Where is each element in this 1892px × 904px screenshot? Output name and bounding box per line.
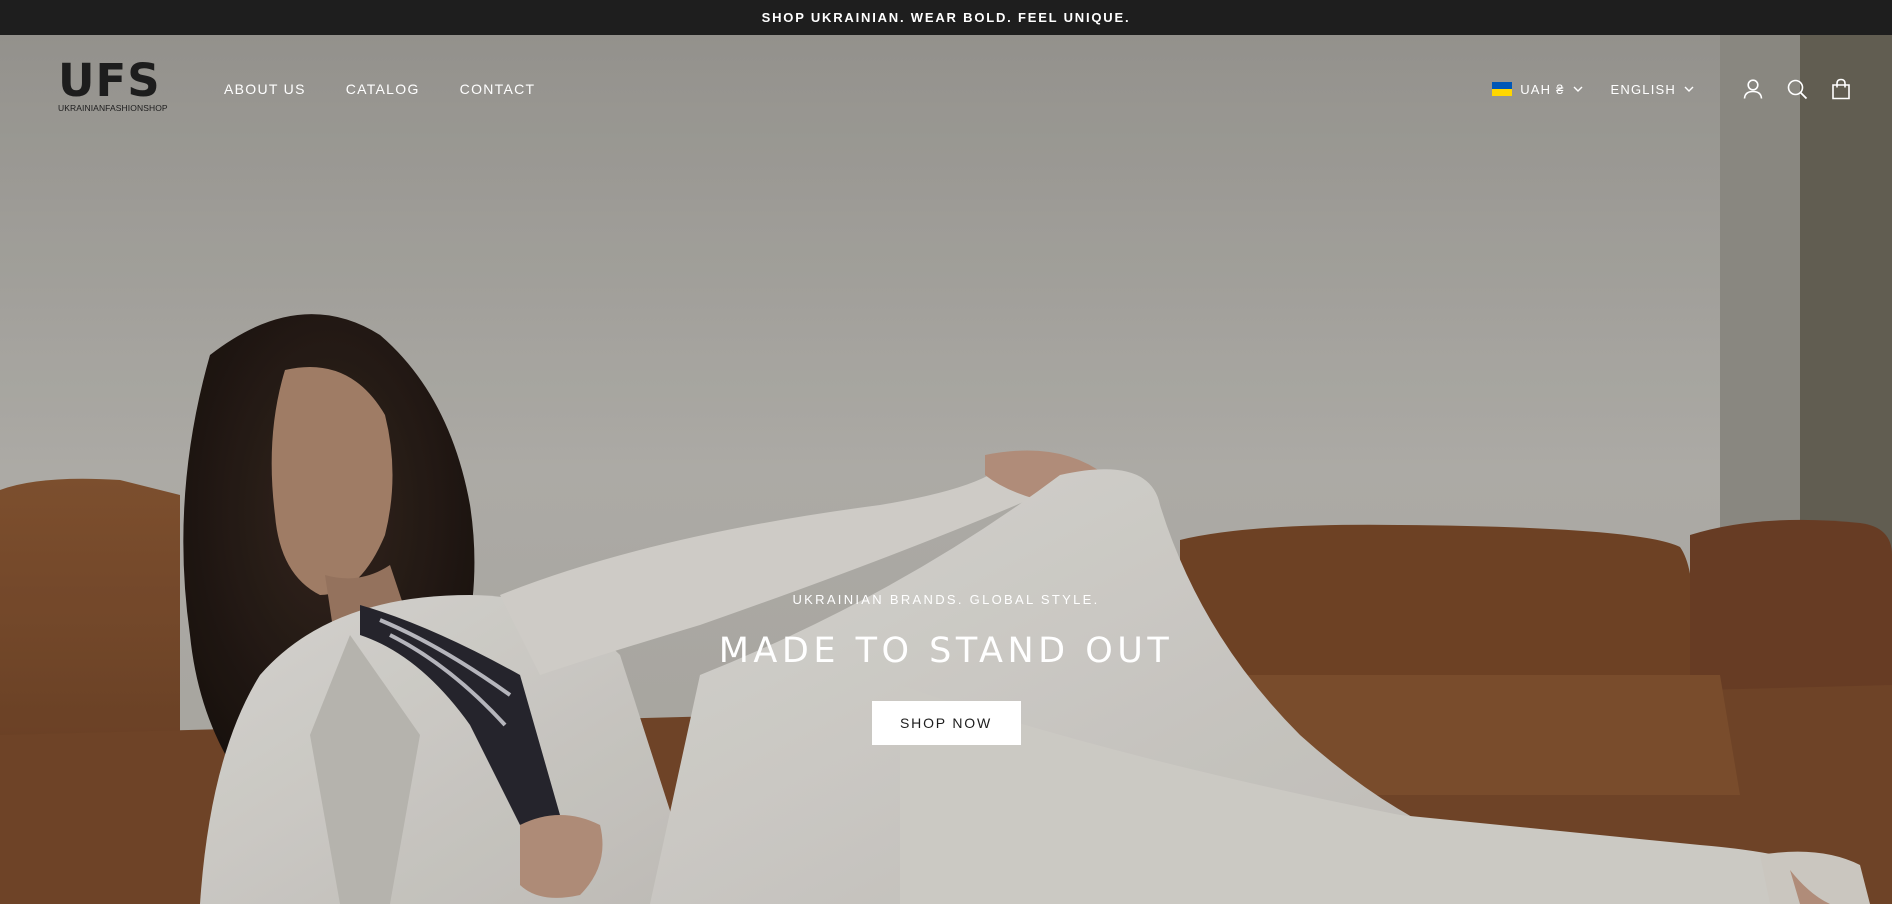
- logo-wordmark: UFS: [58, 54, 161, 107]
- chevron-down-icon: [1573, 86, 1583, 92]
- announcement-text: SHOP UKRAINIAN. WEAR BOLD. FEEL UNIQUE.: [761, 10, 1131, 25]
- hero-content: UKRAINIAN BRANDS. GLOBAL STYLE. MADE TO …: [0, 592, 1892, 745]
- language-label: ENGLISH: [1610, 81, 1676, 97]
- currency-label: UAH ₴: [1520, 81, 1565, 97]
- nav-about-us[interactable]: ABOUT US: [224, 81, 306, 97]
- hero-overlay: [0, 35, 1892, 904]
- ukraine-flag-icon: [1492, 82, 1513, 96]
- shop-now-button[interactable]: SHOP NOW: [871, 701, 1021, 745]
- hero-banner: [0, 35, 1892, 904]
- announcement-bar: SHOP UKRAINIAN. WEAR BOLD. FEEL UNIQUE.: [0, 0, 1892, 35]
- cart-icon[interactable]: [1828, 76, 1854, 102]
- site-logo[interactable]: UFS UKRAINIANFASHIONSHOP: [58, 54, 168, 113]
- account-icon[interactable]: [1740, 76, 1766, 102]
- logo-tagline: UKRAINIANFASHIONSHOP: [58, 103, 168, 113]
- hero-headline: MADE TO STAND OUT: [718, 631, 1174, 671]
- nav-contact[interactable]: CONTACT: [460, 81, 536, 97]
- main-nav: ABOUT US CATALOG CONTACT: [224, 81, 535, 97]
- site-header: UFS UKRAINIANFASHIONSHOP ABOUT US CATALO…: [0, 35, 1892, 143]
- language-selector[interactable]: ENGLISH: [1611, 82, 1694, 97]
- nav-catalog[interactable]: CATALOG: [346, 81, 420, 97]
- currency-selector[interactable]: UAH ₴: [1492, 81, 1583, 97]
- hero-eyebrow: UKRAINIAN BRANDS. GLOBAL STYLE.: [792, 592, 1100, 607]
- header-actions: UAH ₴ ENGLISH: [1492, 75, 1854, 103]
- search-icon[interactable]: [1784, 76, 1810, 102]
- chevron-down-icon: [1684, 86, 1694, 92]
